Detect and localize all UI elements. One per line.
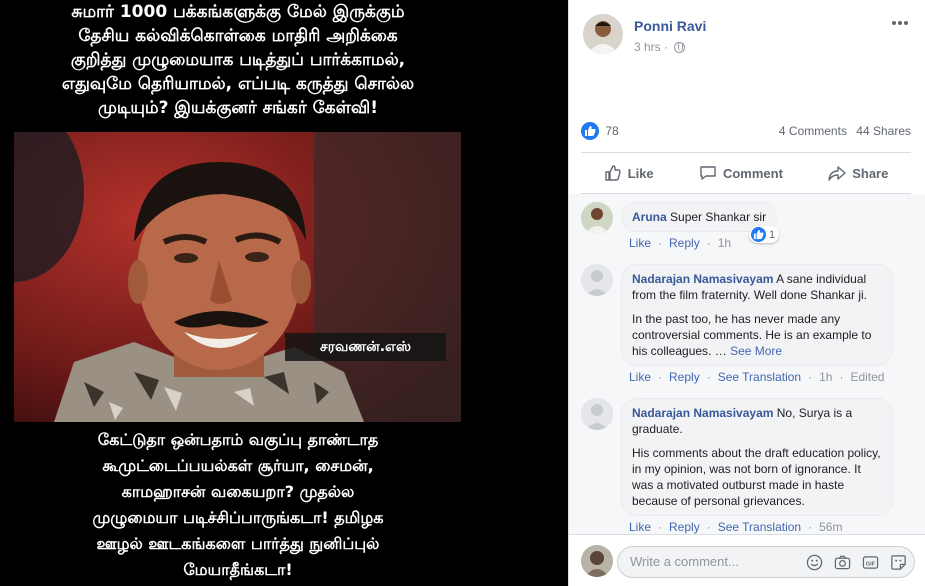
author-avatar-image [583,14,623,54]
author-avatar[interactable] [583,14,623,54]
commenter-name[interactable]: Nadarajan Namasivayam [632,272,773,286]
comment-bubble: Nadarajan Namasivayam No, Surya is a gra… [621,398,893,516]
comment-item: Aruna Super Shankar sir 1 Like · Reply · 1h [581,202,912,262]
watermark-label: சரவணன்.எஸ் [285,333,446,361]
gif-icon[interactable]: GIF [862,554,880,572]
like-label: Like [627,165,654,181]
comment-reply-link[interactable]: Reply [669,370,700,384]
comment-time[interactable]: 56m [819,520,842,534]
like-reaction-icon[interactable] [581,122,599,140]
emoji-icon[interactable] [806,554,824,572]
portrait-illustration [14,132,461,422]
composer-tools: GIF [806,554,908,572]
more-options-icon[interactable] [891,14,909,36]
comment-text: Super Shankar sir [670,210,767,224]
comment-time[interactable]: 1h [819,370,832,384]
comment-meta: Like · Reply · 1h [629,236,732,250]
reaction-count[interactable]: 78 [605,124,618,138]
post-author-name[interactable]: Ponni Ravi [634,18,706,34]
shares-count[interactable]: 44 Shares [856,124,911,138]
comment-composer: Write a comment... GIF [569,534,925,586]
post-timestamp[interactable]: 3 hrs · [634,40,686,54]
divider [581,152,911,153]
comment-item: Nadarajan Namasivayam A sane individual … [581,264,912,388]
globe-icon [674,42,686,53]
comment-like-link[interactable]: Like [629,370,651,384]
comment-label: Comment [722,165,783,181]
comments-count[interactable]: 4 Comments [779,124,847,138]
post-header: Ponni Ravi 3 hrs · [583,14,925,58]
share-label: Share [852,165,889,181]
like-button[interactable]: Like [604,164,654,182]
post-panel: Ponni Ravi 3 hrs · 78 4 Comments 44 Shar… [568,0,925,586]
see-translation-link[interactable]: See Translation [718,370,801,384]
comment-like-link[interactable]: Like [629,236,651,250]
comment-edited: Edited [850,370,885,384]
comment-like-link[interactable]: Like [629,520,651,534]
photo-viewer: சுமார் 1000 பக்கங்களுக்கு மேல் இருக்கும்… [0,0,568,586]
comment-button[interactable]: Comment [699,164,783,182]
post-actions: Like Comment Share [581,158,911,188]
comment-reaction-count: 1 [769,228,776,241]
comment-bubble: Nadarajan Namasivayam A sane individual … [621,264,893,366]
comment-reaction-badge[interactable]: 1 [749,226,780,243]
viewer-avatar[interactable] [581,545,613,577]
commenter-avatar[interactable] [581,398,613,430]
like-reaction-icon [751,227,766,242]
see-translation-link[interactable]: See Translation [718,520,801,534]
post-time-text[interactable]: 3 hrs [634,40,661,54]
comment-time[interactable]: 1h [718,236,731,250]
reaction-stats: 78 4 Comments 44 Shares [581,122,911,140]
camera-icon[interactable] [834,554,852,572]
comment-icon [700,166,716,180]
see-more-link[interactable]: See More [730,344,782,358]
comment-item: Nadarajan Namasivayam No, Surya is a gra… [581,398,912,534]
sticker-icon[interactable] [890,554,908,572]
comment-meta: Like · Reply · See Translation · 56m [629,520,843,534]
comment-reply-link[interactable]: Reply [669,520,700,534]
share-icon [828,166,846,181]
comment-input-placeholder: Write a comment... [630,554,739,569]
share-button[interactable]: Share [828,164,888,182]
comment-reply-link[interactable]: Reply [669,236,700,250]
commenter-name[interactable]: Aruna [632,210,667,224]
thumbs-up-icon [604,165,621,181]
commenter-avatar[interactable] [581,264,613,296]
commenter-name[interactable]: Nadarajan Namasivayam [632,406,773,420]
post-photo[interactable] [14,132,461,422]
caption-bottom-text: கேட்டுதா ஒன்பதாம் வகுப்பு தாண்டாத கூமுட்… [92,430,384,579]
ellipsis-icon [892,21,908,25]
comment-meta: Like · Reply · See Translation · 1h · Edited [629,370,885,384]
comments-list[interactable]: Aruna Super Shankar sir 1 Like · Reply · 1h … [569,194,925,534]
svg-text:GIF: GIF [866,561,876,567]
comment-paragraph: His comments about the draft education p… [632,446,881,508]
commenter-avatar[interactable] [581,202,613,234]
caption-top-text: சுமார் 1000 பக்கங்களுக்கு மேல் இருக்கும்… [61,2,415,118]
